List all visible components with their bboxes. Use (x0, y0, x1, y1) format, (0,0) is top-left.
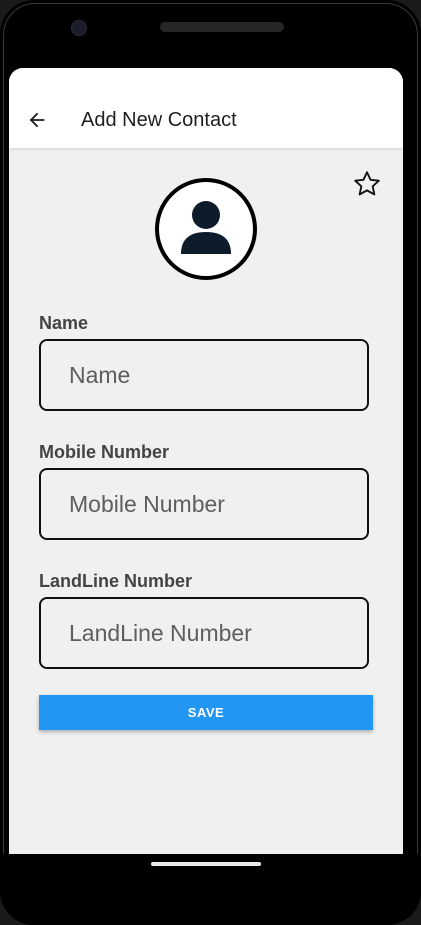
name-label: Name (39, 313, 89, 333)
mobile-number-label: Mobile Number (39, 442, 170, 462)
name-field-box (39, 339, 369, 411)
name-input[interactable] (41, 341, 367, 409)
speaker-grille (160, 22, 284, 32)
landline-number-field-box (39, 597, 369, 669)
person-icon (181, 201, 231, 254)
arrow-left-icon (29, 112, 45, 128)
app-screen: Add New Contact Name Mobile Number LandL… (9, 68, 403, 854)
mobile-number-field-box (39, 468, 369, 540)
landline-number-input[interactable] (41, 599, 367, 667)
avatar[interactable] (155, 178, 257, 280)
mobile-number-input[interactable] (41, 470, 367, 538)
star-outline-icon (354, 171, 380, 196)
favorite-button[interactable] (351, 168, 383, 200)
phone-frame: Add New Contact Name Mobile Number LandL… (0, 0, 421, 925)
app-bar: Add New Contact (9, 68, 403, 148)
camera-icon (71, 20, 87, 36)
page-title: Add New Contact (81, 109, 237, 131)
back-button[interactable] (23, 106, 51, 134)
home-indicator[interactable] (151, 862, 261, 866)
landline-number-label: LandLine Number (39, 571, 193, 591)
save-button[interactable]: SAVE (39, 695, 373, 730)
